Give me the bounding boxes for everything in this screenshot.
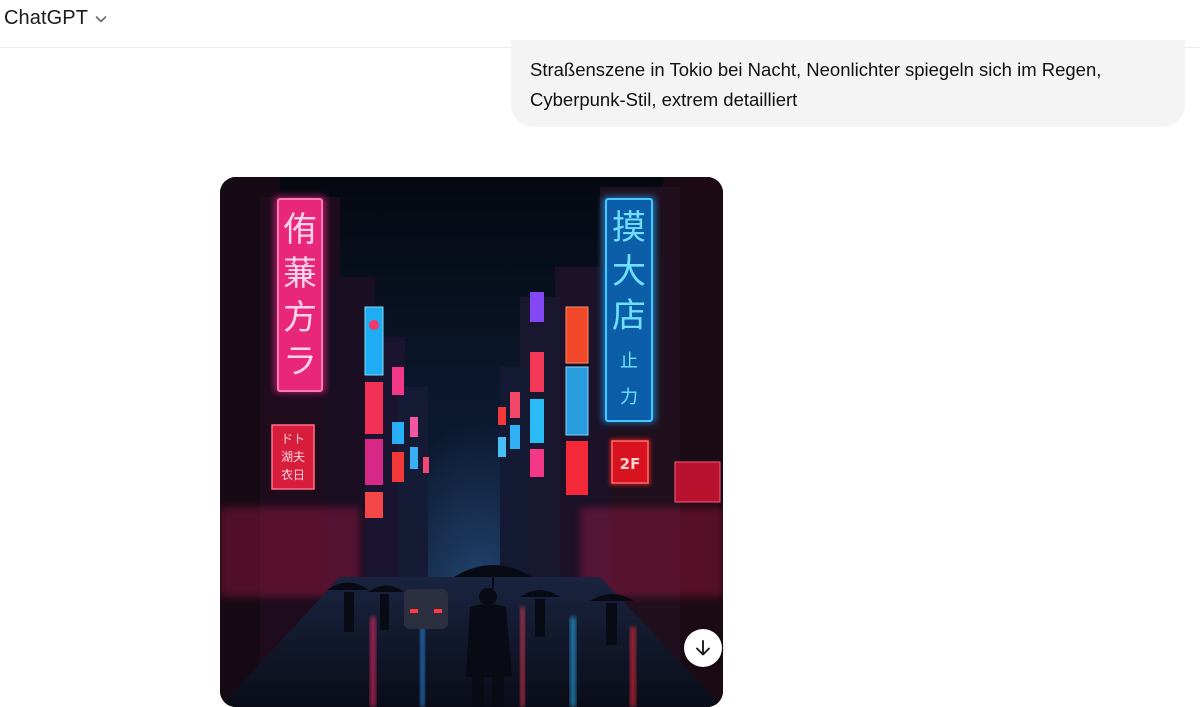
sign-2f: 2F [620,455,641,473]
sign-left-char: 方 [283,298,317,338]
arrow-down-icon [696,640,710,656]
sign-small-left-line: ドト [281,432,305,446]
sign-right-small-char: 力 [620,387,638,408]
download-button[interactable] [684,629,722,667]
sign-right-small-char: 止 [620,351,638,372]
sign-left-char: 蒹 [283,254,317,294]
user-message-bubble: Straßenszene in Tokio bei Nacht, Neonlic… [511,40,1185,127]
tokyo-street-illustration: 侑 蒹 方 ラ 摸 大 店 止 力 2F ドト 湖夫 衣日 [220,177,723,707]
user-message-text: Straßenszene in Tokio bei Nacht, Neonlic… [530,59,1102,110]
model-switcher[interactable]: ChatGPT [4,4,108,32]
sign-left-char: 侑 [283,210,317,250]
sign-right-char: 摸 [612,208,646,248]
generated-image[interactable]: 侑 蒹 方 ラ 摸 大 店 止 力 2F ドト 湖夫 衣日 [220,177,723,707]
sign-small-left-line: 衣日 [281,467,305,482]
sign-left-char: ラ [283,342,317,382]
chevron-down-icon [95,16,107,23]
model-name-label: ChatGPT [4,6,89,29]
sign-small-left-line: 湖夫 [281,449,305,464]
sign-right-char: 大 [612,252,646,292]
sign-right-char: 店 [612,296,646,336]
